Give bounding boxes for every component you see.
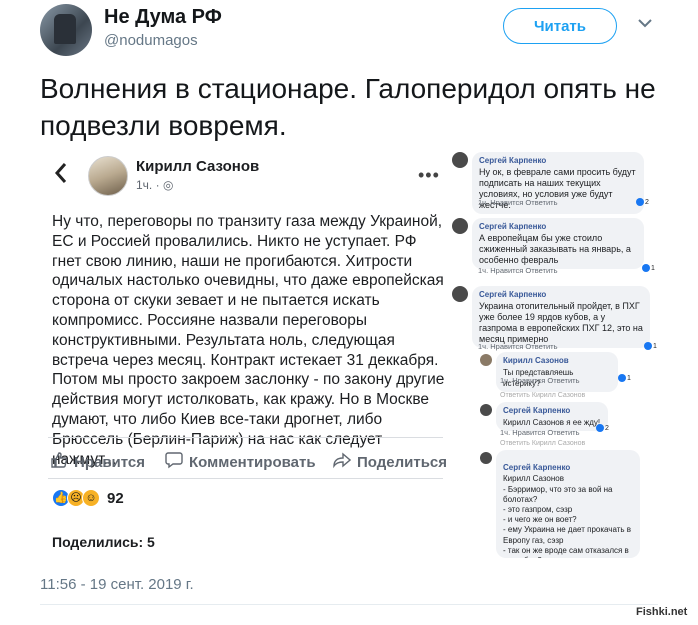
reply-actions[interactable]: 1ч. Нравится Ответить xyxy=(500,376,579,385)
reply-likes-count: 2 xyxy=(605,424,609,432)
comment-author[interactable]: Сергей Карпенко xyxy=(479,289,643,300)
post-time-text: 1ч. · xyxy=(136,178,163,192)
shares-count[interactable]: Поделились: 5 xyxy=(52,534,155,550)
account-handle[interactable]: @nodumagos xyxy=(104,32,198,49)
comment-bubble: Сергей Карпенко А европейцам бы уже стои… xyxy=(472,218,644,269)
tweet-text: Волнения в стационаре. Галоперидол опять… xyxy=(40,73,656,141)
divider xyxy=(48,478,443,479)
commenter-avatar[interactable] xyxy=(452,152,468,168)
comment-text: Украина отопительный пройдет, в ПХГ уже … xyxy=(479,301,643,344)
comment-button[interactable]: Комментировать xyxy=(165,451,316,473)
post-author-avatar[interactable] xyxy=(88,156,128,196)
like-badge-icon xyxy=(636,198,644,206)
like-button[interactable]: Нравится xyxy=(50,451,145,473)
haha-reaction-icon: ☺ xyxy=(82,489,100,507)
divider xyxy=(40,604,658,605)
reactions-summary[interactable]: 👍 ☹ ☺ 92 xyxy=(52,489,124,507)
reply-actions[interactable]: 1ч. Нравится Ответить xyxy=(500,428,579,437)
comment-actions[interactable]: 1ч. Нравится Ответить xyxy=(478,342,557,351)
comment-bubble: Сергей Карпенко Украина отопительный про… xyxy=(472,286,650,348)
follow-button[interactable]: Читать xyxy=(503,8,617,44)
comment-likes-count: 1 xyxy=(651,264,655,272)
reply-likes-count: 1 xyxy=(627,374,631,382)
globe-icon: ◎ xyxy=(162,178,174,192)
comment-author[interactable]: Сергей Карпенко xyxy=(479,155,637,166)
account-name[interactable]: Не Дума РФ xyxy=(104,6,222,29)
chevron-down-icon[interactable] xyxy=(632,10,658,36)
divider xyxy=(48,437,443,438)
more-options-icon[interactable]: ••• xyxy=(418,165,440,186)
back-arrow-icon[interactable] xyxy=(54,162,68,191)
reply-avatar[interactable] xyxy=(480,404,492,416)
like-badge-icon xyxy=(644,342,652,350)
watermark: Fishki.net xyxy=(636,606,688,618)
comment-text: А европейцам бы уже стоило сжиженный зак… xyxy=(479,233,631,265)
comment-likes-count: 2 xyxy=(645,198,649,206)
comment-label: Комментировать xyxy=(189,453,316,471)
share-arrow-icon xyxy=(333,451,352,473)
reply-author[interactable]: Кирилл Сазонов xyxy=(503,355,611,366)
post-author-name[interactable]: Кирилл Сазонов xyxy=(136,158,259,175)
reply-hint[interactable]: Ответить Кирилл Сазонов xyxy=(500,440,585,447)
reply-bubble: Сергей Карпенко Кирилл Сазонов я ее жду! xyxy=(496,402,608,431)
post-time: 1ч. · ◎ xyxy=(136,178,173,192)
speech-bubble-icon xyxy=(165,451,183,473)
tweet-date[interactable]: 11:56 - 19 сент. 2019 г. xyxy=(40,576,194,593)
post-body: Ну что, переговоры по транзиту газа межд… xyxy=(52,213,445,468)
commenter-avatar[interactable] xyxy=(452,218,468,234)
comment-likes-badge: 1 xyxy=(644,342,657,350)
share-button[interactable]: Поделиться xyxy=(333,451,447,473)
comment-likes-count: 1 xyxy=(653,342,657,350)
like-label: Нравится xyxy=(74,453,146,471)
reply-likes-badge: 1 xyxy=(618,374,631,382)
share-label: Поделиться xyxy=(357,453,448,471)
comment-author[interactable]: Сергей Карпенко xyxy=(479,221,637,232)
comment-likes-badge: 2 xyxy=(636,198,649,206)
like-badge-icon xyxy=(618,374,626,382)
like-badge-icon xyxy=(642,264,650,272)
reply-avatar[interactable] xyxy=(480,354,492,366)
thumbs-up-icon xyxy=(50,451,68,473)
account-avatar[interactable] xyxy=(40,4,92,56)
reply-text: Кирилл Сазонов я ее жду! xyxy=(503,418,601,427)
reply-bubble: Сергей Карпенко Кирилл Сазонов - Бэрримор… xyxy=(496,450,640,558)
comment-likes-badge: 1 xyxy=(642,264,655,272)
commenter-avatar[interactable] xyxy=(452,286,468,302)
comment-actions[interactable]: 1ч. Нравится Ответить xyxy=(478,198,557,207)
reply-text: Кирилл Сазонов - Бэрримор, что это за во… xyxy=(503,474,632,558)
reply-author[interactable]: Сергей Карпенко xyxy=(503,405,601,416)
like-badge-icon xyxy=(596,424,604,432)
reply-author[interactable]: Сергей Карпенко xyxy=(503,463,633,473)
comment-actions[interactable]: 1ч. Нравится Ответить xyxy=(478,266,557,275)
reply-hint[interactable]: Ответить Кирилл Сазонов xyxy=(500,392,585,399)
reply-bubble: Кирилл Сазонов Ты представляешь истерику… xyxy=(496,352,618,392)
reactions-count: 92 xyxy=(107,489,124,507)
reply-likes-badge: 2 xyxy=(596,424,609,432)
reply-avatar[interactable] xyxy=(480,452,492,464)
